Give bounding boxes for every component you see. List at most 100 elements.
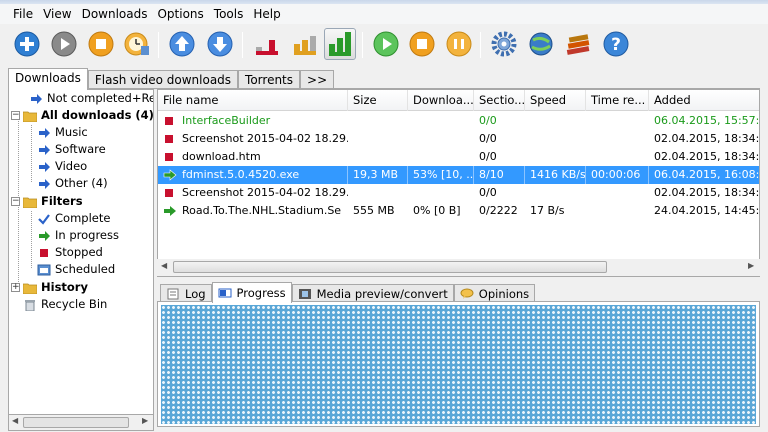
move-down-button[interactable] xyxy=(204,28,236,60)
added-cell: 24.04.2015, 14:45:08 xyxy=(654,204,760,217)
column-file-name[interactable]: File name xyxy=(158,90,348,111)
collapse-icon[interactable]: − xyxy=(11,111,20,120)
add-download-button[interactable] xyxy=(11,28,43,60)
help-button[interactable]: ? xyxy=(600,28,632,60)
tree-item-music[interactable]: Music xyxy=(37,124,88,141)
download-arrow-icon xyxy=(29,93,43,105)
progress-panel xyxy=(157,301,760,427)
time-cell xyxy=(586,184,649,202)
gear-icon xyxy=(491,31,517,57)
settings-button[interactable] xyxy=(488,28,520,60)
column-speed[interactable]: Speed xyxy=(525,90,586,111)
table-row[interactable]: download.htm 0/0 02.04.2015, 18:34:07 xyxy=(158,148,759,166)
tab-flash-video[interactable]: Flash video downloads xyxy=(87,70,239,90)
speed-cell: 17 B/s xyxy=(530,204,565,217)
menu-file[interactable]: File xyxy=(8,4,38,24)
tree-item-software[interactable]: Software xyxy=(37,141,106,158)
tab-torrents[interactable]: Torrents xyxy=(238,70,301,90)
scroll-right-icon[interactable]: ▶ xyxy=(748,261,754,270)
tree-item-label: Filters xyxy=(41,194,83,208)
network-button[interactable] xyxy=(525,28,557,60)
tree-item-other[interactable]: Other (4) xyxy=(37,175,108,192)
time-cell xyxy=(586,112,649,130)
stop-button[interactable] xyxy=(85,28,117,60)
menu-help[interactable]: Help xyxy=(248,4,285,24)
stopped-square-icon xyxy=(37,247,51,259)
resume-all-icon xyxy=(373,31,399,57)
table-row[interactable]: InterfaceBuilder 0/0 06.04.2015, 15:57:2… xyxy=(158,112,759,130)
downloading-arrow-icon xyxy=(163,169,177,184)
tab-downloads[interactable]: Downloads xyxy=(8,68,88,90)
skins-button[interactable] xyxy=(443,28,475,60)
tree-item-stopped[interactable]: Stopped xyxy=(37,244,103,261)
column-added[interactable]: Added xyxy=(649,90,759,111)
stop-icon xyxy=(88,31,114,57)
sections-cell: 0/0 xyxy=(479,114,497,127)
traffic-high-button[interactable] xyxy=(324,28,356,60)
progress-icon xyxy=(218,287,232,299)
sections-cell: 0/0 xyxy=(479,186,497,199)
tab-more[interactable]: >> xyxy=(300,70,335,90)
speed-cell xyxy=(525,148,586,166)
list-horizontal-scrollbar[interactable]: ◀ ▶ xyxy=(157,259,760,276)
tree-item-complete[interactable]: Complete xyxy=(37,210,110,227)
column-time-remaining[interactable]: Time re... xyxy=(586,90,649,111)
tree-item-in-progress[interactable]: In progress xyxy=(37,227,119,244)
tree-item-not-completed[interactable]: Not completed+Rec xyxy=(29,90,153,107)
menu-view[interactable]: View xyxy=(38,4,76,24)
tab-label: Opinions xyxy=(478,286,530,301)
move-up-button[interactable] xyxy=(166,28,198,60)
tree-item-recycle-bin[interactable]: Recycle Bin xyxy=(23,296,107,313)
table-row-selected[interactable]: fdminst.5.0.4520.exe 19,3 MB 53% [10, ..… xyxy=(158,166,759,184)
table-row[interactable]: Screenshot 2015-04-02 18.29.1 0/0 02.04.… xyxy=(158,130,759,148)
column-size[interactable]: Size xyxy=(348,90,408,111)
tree-item-video[interactable]: Video xyxy=(37,158,87,175)
tab-label: Log xyxy=(185,286,206,301)
scroll-left-icon[interactable]: ◀ xyxy=(161,261,167,270)
traffic-high-icon xyxy=(329,32,351,56)
globe-icon xyxy=(529,32,553,56)
collapse-icon[interactable]: − xyxy=(11,197,20,206)
folder-icon xyxy=(22,282,38,294)
toolbar-separator xyxy=(242,32,243,58)
tree-item-label: Recycle Bin xyxy=(41,297,108,311)
menu-tools[interactable]: Tools xyxy=(209,4,249,24)
sections-cell: 0/0 xyxy=(479,132,497,145)
scrollbar-thumb[interactable] xyxy=(23,417,129,428)
green-arrow-icon xyxy=(163,205,177,220)
traffic-medium-button[interactable] xyxy=(288,28,320,60)
schedule-button[interactable] xyxy=(121,28,153,60)
tree-item-history[interactable]: + History xyxy=(11,279,88,296)
tree-horizontal-scrollbar[interactable]: ◀ ▶ xyxy=(8,414,154,431)
table-row[interactable]: Screenshot 2015-04-02 18.29.1 0/0 02.04.… xyxy=(158,184,759,202)
tree-item-filters[interactable]: − Filters xyxy=(11,193,83,210)
download-arrow-icon xyxy=(37,178,51,190)
library-button[interactable] xyxy=(562,28,594,60)
time-cell xyxy=(586,202,649,220)
column-downloaded[interactable]: Downloa... xyxy=(408,90,474,111)
tree-item-label: History xyxy=(41,280,88,294)
column-sections[interactable]: Sectio... xyxy=(474,90,525,111)
traffic-low-button[interactable] xyxy=(250,28,282,60)
menu-downloads[interactable]: Downloads xyxy=(77,4,153,24)
traffic-low-icon xyxy=(256,40,278,55)
table-row[interactable]: Road.To.The.NHL.Stadium.Se 555 MB 0% [0 … xyxy=(158,202,760,220)
start-button[interactable] xyxy=(48,28,80,60)
tab-progress[interactable]: Progress xyxy=(211,282,292,303)
stop-all-button[interactable] xyxy=(406,28,438,60)
scrollbar-thumb[interactable] xyxy=(173,261,607,273)
tree-item-label: Music xyxy=(55,125,88,139)
downloaded-cell xyxy=(408,184,474,202)
tree-item-scheduled[interactable]: Scheduled xyxy=(37,261,115,278)
expand-icon[interactable]: + xyxy=(11,283,20,292)
resume-all-button[interactable] xyxy=(370,28,402,60)
scroll-right-icon[interactable]: ▶ xyxy=(142,416,148,425)
menu-options[interactable]: Options xyxy=(152,4,208,24)
tree-item-all-downloads[interactable]: − All downloads (4) xyxy=(11,107,154,124)
size-cell: 555 MB xyxy=(353,204,395,217)
speed-cell: 1416 KB/s xyxy=(525,166,586,184)
tree-item-label: All downloads (4) xyxy=(41,108,154,122)
sections-cell: 0/2222 xyxy=(479,204,518,217)
menu-bar: File View Downloads Options Tools Help xyxy=(0,4,768,24)
scroll-left-icon[interactable]: ◀ xyxy=(12,416,18,425)
